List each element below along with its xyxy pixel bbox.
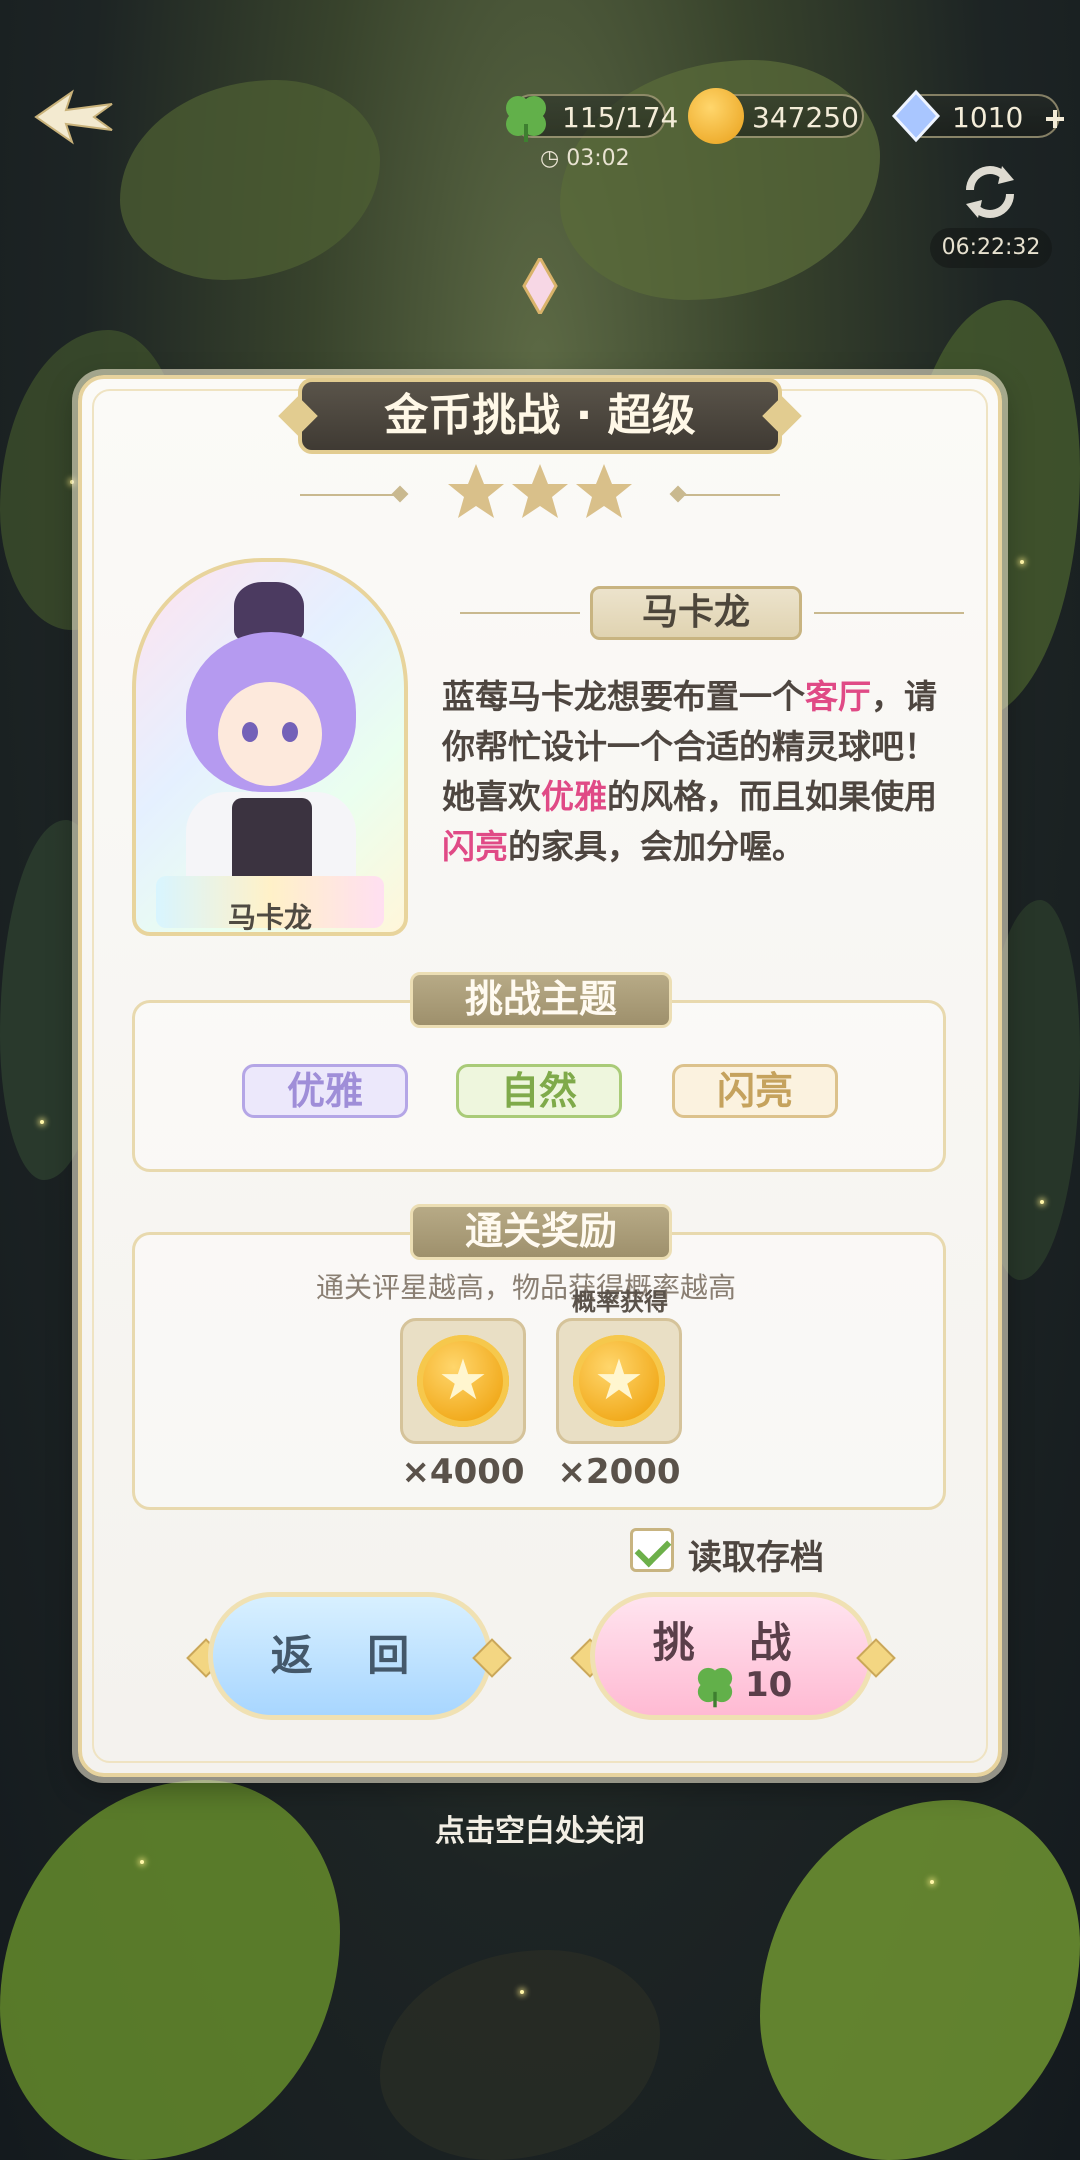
gold-coin-icon: [417, 1335, 509, 1427]
character-eye: [242, 722, 258, 742]
reward-item[interactable]: [556, 1318, 682, 1444]
card-character-name: 马卡龙: [227, 901, 312, 934]
back-button[interactable]: 返 回: [208, 1592, 492, 1720]
reward-section-title: 通关奖励: [410, 1204, 672, 1260]
stamina-value: 115/174: [562, 101, 679, 134]
character-portrait[interactable]: [132, 558, 408, 936]
challenge-button[interactable]: 挑 战 10: [590, 1592, 874, 1720]
highlight-style: 优雅: [541, 777, 607, 816]
theme-section-title: 挑战主题: [410, 972, 672, 1028]
load-save-label[interactable]: 读取存档: [688, 1530, 824, 1579]
probability-label: 概率获得: [572, 1288, 668, 1316]
star-icon: [512, 464, 568, 518]
divider: [300, 494, 400, 496]
stamina-timer-value: 03:02: [566, 146, 630, 171]
character-face: [218, 682, 322, 786]
stamina-timer: ◷ 03:02: [540, 146, 630, 171]
star-icon: [448, 464, 504, 518]
highlight-furniture: 闪亮: [442, 827, 508, 866]
refresh-icon[interactable]: [958, 160, 1022, 224]
clock-icon: ◷: [540, 146, 567, 171]
back-arrow-icon[interactable]: [32, 84, 116, 150]
gem-counter[interactable]: 1010: [891, 89, 1064, 143]
description-text: 的家具，会加分喔。: [508, 827, 805, 866]
reward-qty: ×4000: [401, 1452, 525, 1492]
divider: [814, 612, 964, 614]
highlight-room: 客厅: [805, 677, 871, 716]
coin-value: 347250: [752, 101, 859, 134]
refresh-timer: 06:22:32: [930, 228, 1052, 268]
coin-counter[interactable]: 347250: [688, 88, 864, 144]
divider: [460, 612, 580, 614]
description-text: 的风格，而且如果使用: [607, 777, 937, 816]
tag-shiny: 闪亮: [672, 1064, 838, 1118]
add-gem-icon[interactable]: [1046, 110, 1064, 128]
tag-nature: 自然: [456, 1064, 622, 1118]
clover-icon: [691, 1661, 739, 1709]
challenge-cost: 10: [745, 1665, 793, 1705]
crown-ornament-icon: [520, 254, 560, 318]
diamond-icon: [888, 88, 944, 144]
gold-coin-icon: [573, 1335, 665, 1427]
coin-icon: [688, 88, 744, 144]
load-save-checkbox[interactable]: [630, 1528, 674, 1572]
character-eye: [282, 722, 298, 742]
character-name-banner: 马卡龙: [590, 586, 802, 640]
close-hint[interactable]: 点击空白处关闭: [380, 1806, 700, 1850]
character-vest: [232, 798, 312, 888]
reward-item[interactable]: [400, 1318, 526, 1444]
challenge-description: 蓝莓马卡龙想要布置一个客厅，请你帮忙设计一个合适的精灵球吧！她喜欢优雅的风格，而…: [442, 672, 962, 872]
clover-icon: [498, 88, 554, 144]
reward-qty: ×2000: [557, 1452, 681, 1492]
stamina-counter[interactable]: 115/174: [506, 94, 678, 142]
description-text: 蓝莓马卡龙想要布置一个: [442, 677, 805, 716]
star-icon: [576, 464, 632, 518]
dialog-title: 金币挑战 · 超级: [298, 378, 782, 454]
divider: [680, 494, 780, 496]
tag-elegant: 优雅: [242, 1064, 408, 1118]
gem-value: 1010: [952, 101, 1024, 134]
